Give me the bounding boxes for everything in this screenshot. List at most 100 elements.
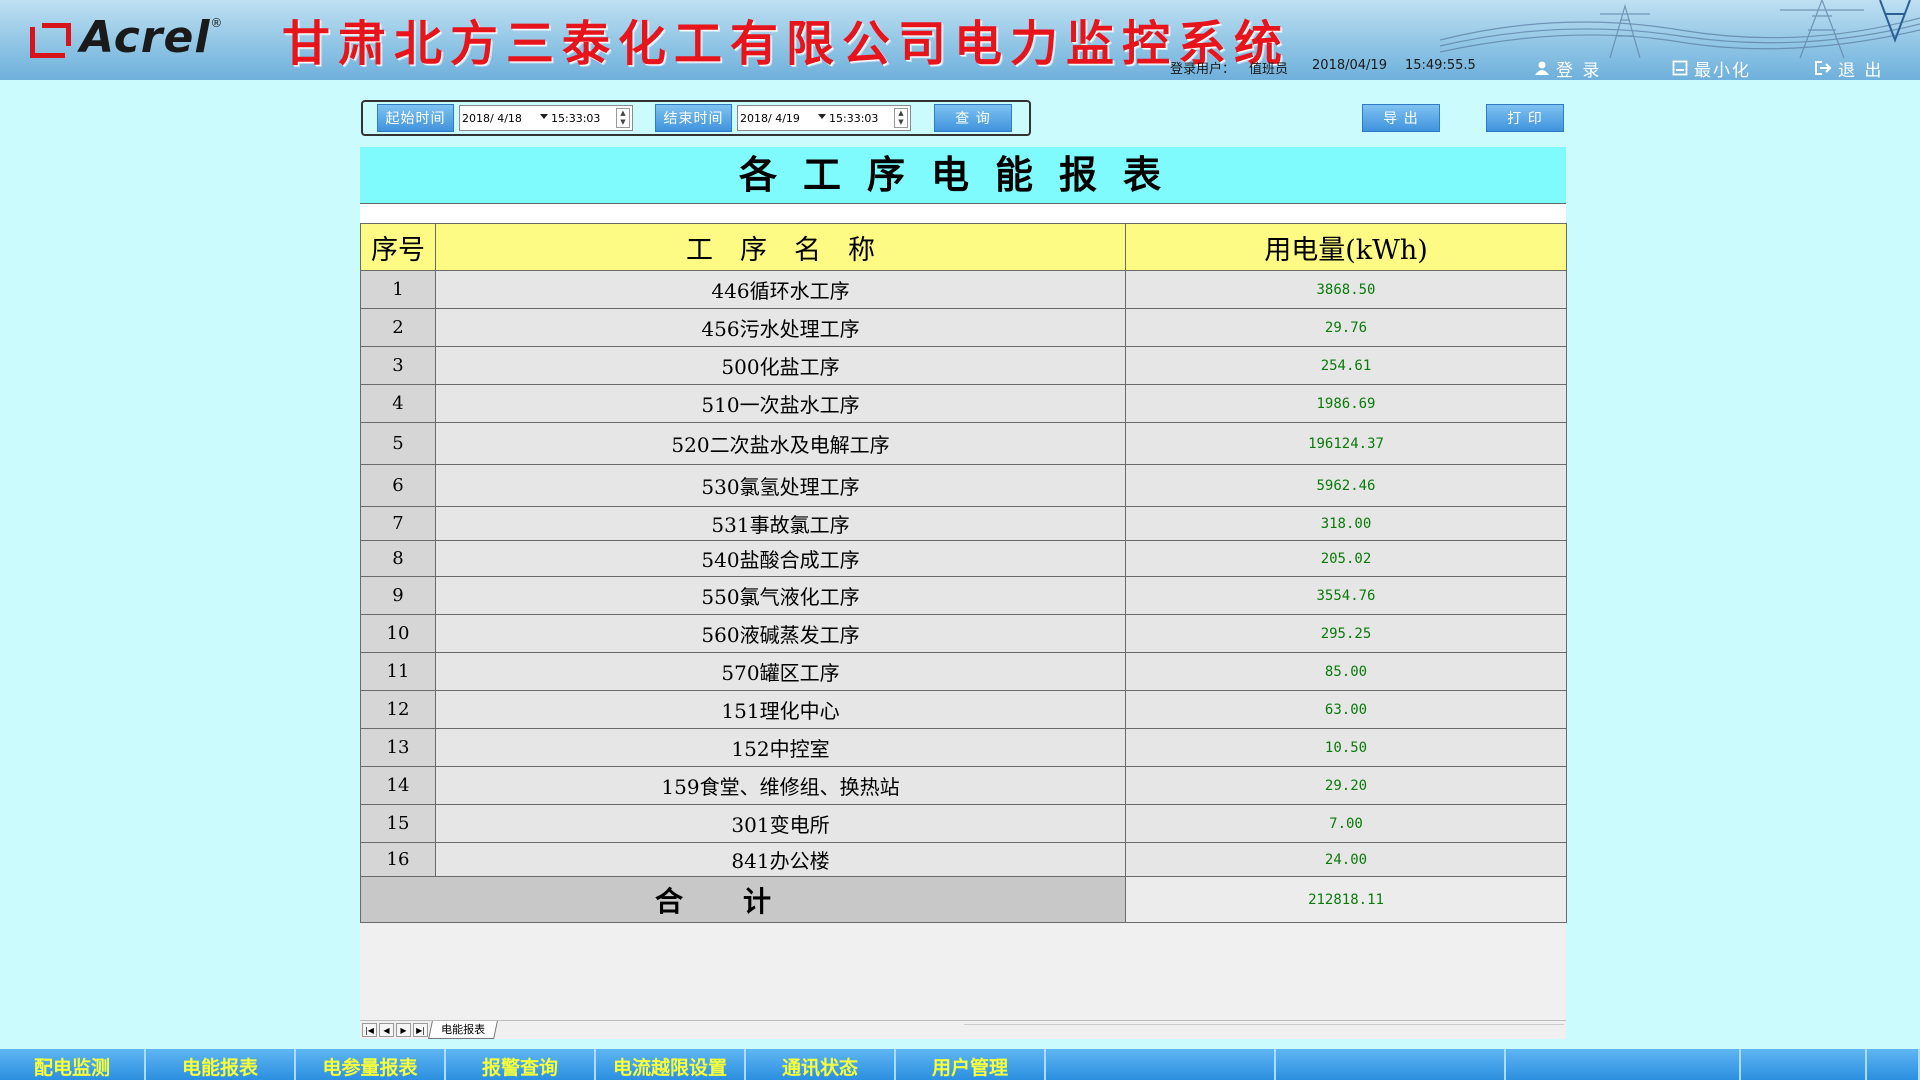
- row-process-name: 510一次盐水工序: [435, 384, 1126, 423]
- row-index: 1: [360, 270, 436, 309]
- time-spinner-icon[interactable]: ▲ ▼: [616, 108, 630, 128]
- row-process-name: 151理化中心: [435, 690, 1126, 729]
- energy-table: 序号 工 序 名 称 用电量(kWh) 1 446循环水工序 3868.50 2 456…: [360, 223, 1567, 923]
- next-sheet-icon[interactable]: ▶: [396, 1023, 411, 1037]
- nav-item-empty[interactable]: [1741, 1049, 1867, 1080]
- user-label: 登录用户： 值班员: [1170, 62, 1289, 77]
- row-index: 11: [360, 652, 436, 691]
- row-energy-value: 205.02: [1125, 540, 1567, 577]
- end-time-value[interactable]: 15:33:03: [829, 112, 878, 125]
- header-process-name: 工 序 名 称: [435, 223, 1126, 271]
- logo-registered-mark: ®: [210, 16, 223, 30]
- table-row: 14 159食堂、维修组、换热站 29.20: [360, 766, 1567, 805]
- row-index: 4: [360, 384, 436, 423]
- table-row: 3 500化盐工序 254.61: [360, 346, 1567, 385]
- prev-sheet-icon[interactable]: ◀: [379, 1023, 394, 1037]
- row-process-name: 841办公楼: [435, 842, 1126, 877]
- row-index: 7: [360, 506, 436, 541]
- table-row: 11 570罐区工序 85.00: [360, 652, 1567, 691]
- nav-item-1[interactable]: 电能报表: [146, 1049, 296, 1080]
- power-tower-decoration-icon: [1440, 0, 1920, 59]
- print-button[interactable]: 打 印: [1486, 104, 1564, 132]
- row-energy-value: 85.00: [1125, 652, 1567, 691]
- nav-item-2[interactable]: 电参量报表: [296, 1049, 446, 1080]
- table-row: 12 151理化中心 63.00: [360, 690, 1567, 729]
- row-energy-value: 318.00: [1125, 506, 1567, 541]
- nav-item-empty[interactable]: [1867, 1049, 1920, 1080]
- sheet-tab-energy-report[interactable]: 电能报表: [428, 1021, 498, 1039]
- nav-item-6[interactable]: 用户管理: [896, 1049, 1046, 1080]
- time-spinner-icon[interactable]: ▲ ▼: [894, 108, 908, 128]
- report-spacer: [360, 204, 1566, 223]
- total-label: 合计: [360, 876, 1126, 923]
- query-button[interactable]: 查 询: [934, 104, 1012, 132]
- row-process-name: 550氯气液化工序: [435, 576, 1126, 615]
- nav-item-empty[interactable]: [1276, 1049, 1506, 1080]
- table-row: 8 540盐酸合成工序 205.02: [360, 540, 1567, 577]
- row-energy-value: 7.00: [1125, 804, 1567, 843]
- table-row: 16 841办公楼 24.00: [360, 842, 1567, 877]
- row-energy-value: 295.25: [1125, 614, 1567, 653]
- row-energy-value: 196124.37: [1125, 422, 1567, 465]
- table-row: 13 152中控室 10.50: [360, 728, 1567, 767]
- total-value: 212818.11: [1125, 876, 1567, 923]
- last-sheet-icon[interactable]: ▶|: [413, 1023, 428, 1037]
- user-name: 值班员: [1249, 62, 1289, 77]
- row-process-name: 159食堂、维修组、换热站: [435, 766, 1126, 805]
- row-process-name: 301变电所: [435, 804, 1126, 843]
- nav-item-3[interactable]: 报警查询: [446, 1049, 596, 1080]
- table-row: 1 446循环水工序 3868.50: [360, 270, 1567, 309]
- start-datetime-picker[interactable]: 2018/ 4/18 15:33:03 ▲ ▼: [459, 105, 633, 131]
- horizontal-scrollbar[interactable]: [964, 1024, 1564, 1037]
- nav-item-4[interactable]: 电流越限设置: [596, 1049, 746, 1080]
- end-datetime-picker[interactable]: 2018/ 4/19 15:33:03 ▲ ▼: [737, 105, 911, 131]
- bottom-navigation: 配电监测 电能报表 电参量报表 报警查询 电流越限设置 通讯状态 用户管理: [0, 1049, 1920, 1080]
- current-time: 15:49:55.5: [1404, 58, 1476, 73]
- system-title: 甘肃北方三泰化工有限公司电力监控系统: [282, 16, 1291, 72]
- nav-item-0[interactable]: 配电监测: [0, 1049, 146, 1080]
- nav-item-5[interactable]: 通讯状态: [746, 1049, 896, 1080]
- logo-text: Acrel: [80, 11, 211, 63]
- chevron-down-icon[interactable]: [540, 114, 548, 119]
- login-label: 登 录: [1556, 60, 1602, 81]
- nav-item-empty[interactable]: [1046, 1049, 1276, 1080]
- header-energy: 用电量(kWh): [1125, 223, 1567, 271]
- row-energy-value: 254.61: [1125, 346, 1567, 385]
- row-index: 5: [360, 422, 436, 465]
- row-index: 3: [360, 346, 436, 385]
- first-sheet-icon[interactable]: |◀: [362, 1023, 377, 1037]
- export-button[interactable]: 导 出: [1362, 104, 1440, 132]
- table-header-row: 序号 工 序 名 称 用电量(kWh): [360, 223, 1567, 271]
- table-row: 6 530氯氢处理工序 5962.46: [360, 464, 1567, 507]
- exit-button[interactable]: 退 出: [1814, 57, 1883, 80]
- table-row: 15 301变电所 7.00: [360, 804, 1567, 843]
- table-row: 7 531事故氯工序 318.00: [360, 506, 1567, 541]
- chevron-down-icon[interactable]: [818, 114, 826, 119]
- current-date: 2018/04/19: [1312, 58, 1387, 73]
- header-index: 序号: [360, 223, 436, 271]
- table-row: 10 560液碱蒸发工序 295.25: [360, 614, 1567, 653]
- row-process-name: 560液碱蒸发工序: [435, 614, 1126, 653]
- session-info: 登录用户： 值班员 2018/04/19 15:49:55.5: [1170, 58, 1476, 77]
- energy-report-sheet: 各工序电能报表 序号 工 序 名 称 用电量(kWh) 1 446循环水工序 386…: [360, 147, 1567, 1039]
- nav-item-empty[interactable]: [1506, 1049, 1741, 1080]
- row-energy-value: 29.76: [1125, 308, 1567, 347]
- start-date-value[interactable]: 2018/ 4/18: [462, 112, 522, 125]
- end-date-value[interactable]: 2018/ 4/19: [740, 112, 800, 125]
- row-energy-value: 24.00: [1125, 842, 1567, 877]
- minimize-button[interactable]: 最小化: [1672, 57, 1751, 80]
- exit-icon: [1815, 61, 1832, 75]
- total-row: 合计 212818.11: [360, 876, 1567, 923]
- row-process-name: 446循环水工序: [435, 270, 1126, 309]
- row-energy-value: 10.50: [1125, 728, 1567, 767]
- row-process-name: 520二次盐水及电解工序: [435, 422, 1126, 465]
- row-energy-value: 1986.69: [1125, 384, 1567, 423]
- row-index: 6: [360, 464, 436, 507]
- row-index: 15: [360, 804, 436, 843]
- start-time-value[interactable]: 15:33:03: [551, 112, 600, 125]
- login-button[interactable]: 登 录: [1534, 57, 1602, 81]
- row-index: 9: [360, 576, 436, 615]
- row-index: 14: [360, 766, 436, 805]
- table-row: 2 456污水处理工序 29.76: [360, 308, 1567, 347]
- end-time-label: 结束时间: [655, 104, 732, 132]
